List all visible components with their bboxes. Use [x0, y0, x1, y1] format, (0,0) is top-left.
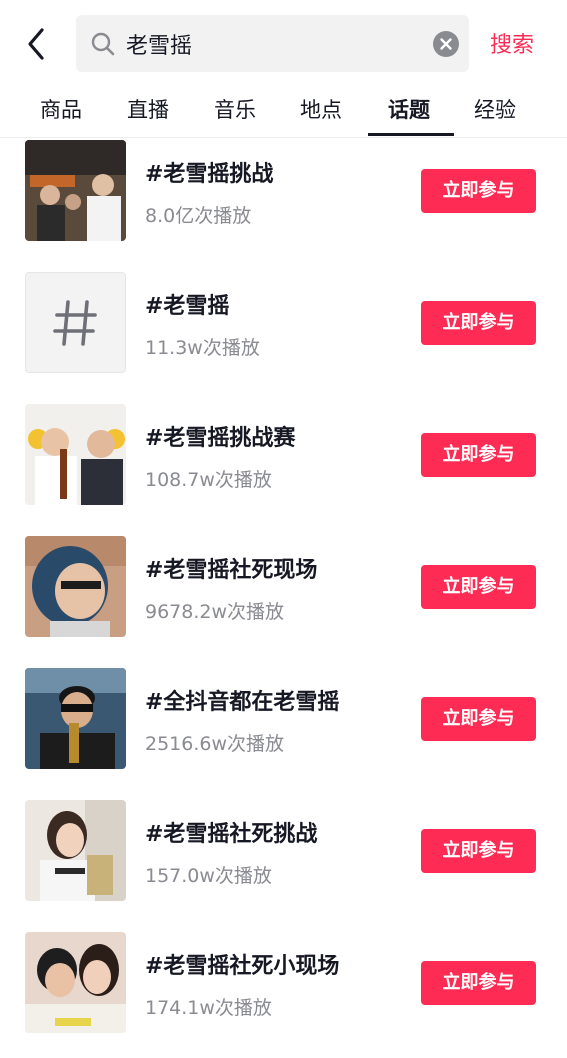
join-button[interactable]: 立即参与 [421, 697, 536, 741]
tab-topics[interactable]: 话题 [388, 94, 430, 124]
back-arrow-icon[interactable] [22, 26, 52, 62]
topic-title: #老雪摇社死小现场 [145, 954, 340, 979]
topic-thumbnail [25, 932, 126, 1033]
topic-thumbnail [25, 800, 126, 901]
topic-row[interactable]: #老雪摇 11.3w次播放 立即参与 [0, 270, 567, 402]
topic-title: #老雪摇社死挑战 [145, 822, 318, 847]
topic-play-count: 9678.2w次播放 [145, 601, 285, 623]
topic-play-count: 11.3w次播放 [145, 337, 260, 359]
topic-thumbnail [25, 404, 126, 505]
search-icon [90, 31, 116, 57]
topic-title: #老雪摇社死现场 [145, 558, 318, 583]
tab-live[interactable]: 直播 [127, 94, 169, 124]
topic-play-count: 2516.6w次播放 [145, 733, 285, 755]
topic-row[interactable]: #全抖音都在老雪摇 2516.6w次播放 立即参与 [0, 666, 567, 798]
tab-places[interactable]: 地点 [300, 94, 342, 124]
join-button[interactable]: 立即参与 [421, 565, 536, 609]
hashtag-icon [25, 272, 126, 373]
active-tab-indicator [368, 133, 454, 136]
topic-row[interactable]: #老雪摇挑战赛 108.7w次播放 立即参与 [0, 402, 567, 534]
topic-play-count: 174.1w次播放 [145, 997, 272, 1019]
tab-experience[interactable]: 经验 [474, 94, 516, 124]
topic-row[interactable]: #老雪摇社死小现场 174.1w次播放 立即参与 [0, 930, 567, 1058]
topic-title: #全抖音都在老雪摇 [145, 690, 340, 715]
join-button[interactable]: 立即参与 [421, 433, 536, 477]
topic-title: #老雪摇挑战赛 [145, 426, 296, 451]
search-input[interactable] [126, 15, 426, 72]
join-button[interactable]: 立即参与 [421, 169, 536, 213]
topic-play-count: 157.0w次播放 [145, 865, 272, 887]
search-header: 搜索 [0, 0, 567, 86]
join-button[interactable]: 立即参与 [421, 961, 536, 1005]
topic-title: #老雪摇 [145, 294, 230, 319]
tab-music[interactable]: 音乐 [214, 94, 256, 124]
search-button[interactable]: 搜索 [490, 27, 534, 59]
topic-thumbnail [25, 140, 126, 241]
topic-row[interactable]: #老雪摇社死现场 9678.2w次播放 立即参与 [0, 534, 567, 666]
topic-title: #老雪摇挑战 [145, 162, 274, 187]
clear-icon[interactable] [433, 31, 459, 57]
topic-thumbnail [25, 668, 126, 769]
join-button[interactable]: 立即参与 [421, 829, 536, 873]
join-button[interactable]: 立即参与 [421, 301, 536, 345]
tab-products[interactable]: 商品 [40, 94, 82, 124]
topic-thumbnail [25, 536, 126, 637]
topic-row[interactable]: #老雪摇社死挑战 157.0w次播放 立即参与 [0, 798, 567, 930]
category-tabs: 商品 直播 音乐 地点 话题 经验 [0, 86, 567, 138]
topic-play-count: 8.0亿次播放 [145, 205, 252, 227]
topic-row[interactable]: #老雪摇挑战 8.0亿次播放 立即参与 [0, 138, 567, 270]
search-box[interactable] [76, 15, 469, 72]
topic-play-count: 108.7w次播放 [145, 469, 272, 491]
